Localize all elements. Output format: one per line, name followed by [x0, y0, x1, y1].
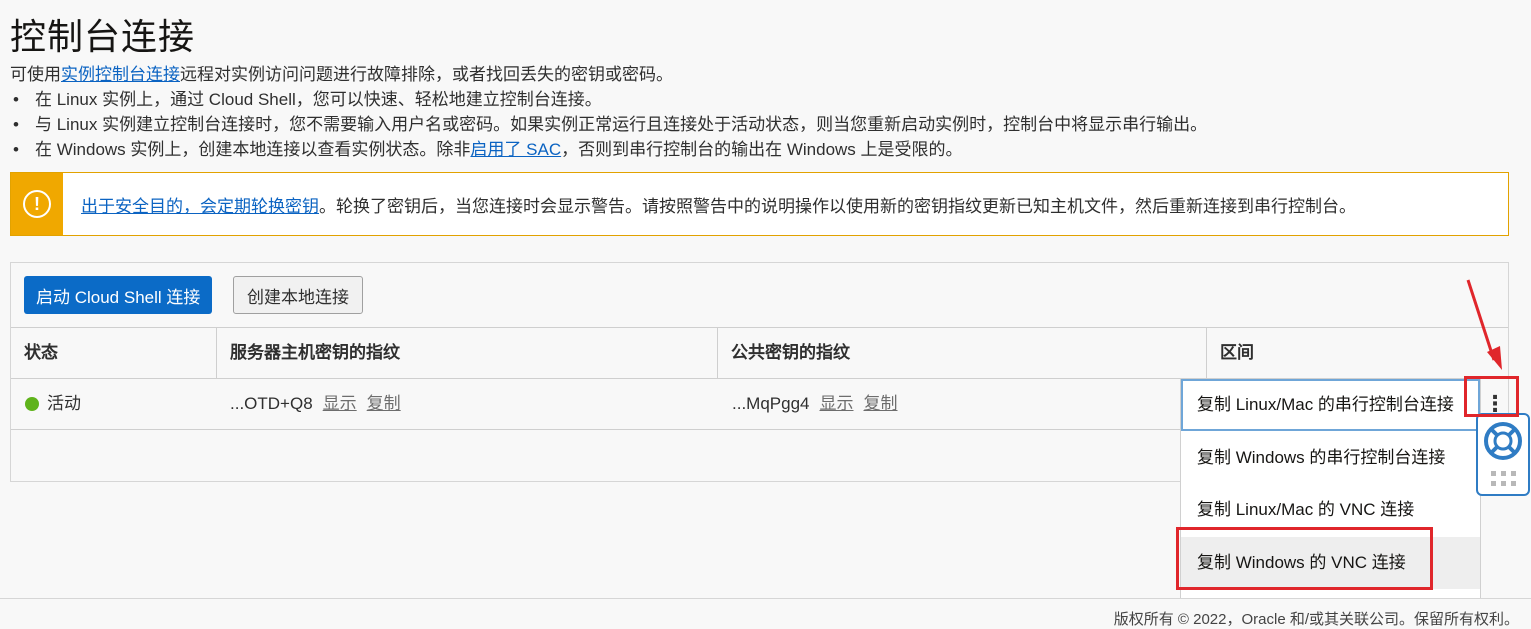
annotation-arrow-icon: [1466, 279, 1502, 370]
drag-grip-icon[interactable]: [1491, 471, 1517, 487]
table-header: 状态 服务器主机密钥的指纹 公共密钥的指纹 区间: [11, 327, 1508, 379]
bullet-windows-prefix: 在 Windows 实例上，创建本地连接以查看实例状态。除非: [35, 140, 471, 159]
server-fingerprint-value: ...OTD+Q8: [230, 394, 313, 413]
footer: 版权所有 © 2022，Oracle 和/或其关联公司。保留所有权利。: [0, 598, 1531, 628]
create-local-connection-button[interactable]: 创建本地连接: [233, 276, 363, 314]
help-widget[interactable]: [1476, 413, 1530, 496]
column-header-public-fingerprint[interactable]: 公共密钥的指纹: [718, 328, 1207, 378]
public-fingerprint-copy-link[interactable]: 复制: [864, 394, 898, 413]
menu-item-copy-windows-serial[interactable]: 复制 Windows 的串行控制台连接: [1181, 432, 1480, 484]
intro-bullet-cloud-shell: 在 Linux 实例上，通过 Cloud Shell，您可以快速、轻松地建立控制…: [10, 87, 1207, 112]
warning-icon-box: !: [11, 173, 63, 235]
public-fingerprint-show-link[interactable]: 显示: [820, 394, 854, 413]
server-fingerprint-cell: ...OTD+Q8 显示 复制: [230, 379, 401, 429]
bullet-windows-suffix: ，否则到串行控制台的输出在 Windows 上是受限的。: [561, 140, 963, 159]
copyright-text: 版权所有 © 2022，Oracle 和/或其关联公司。保留所有权利。: [1113, 611, 1519, 628]
alert-text: 。轮换了密钥后，当您连接时会显示警告。请按照警告中的说明操作以使用新的密钥指纹更…: [319, 196, 1356, 216]
help-lifebuoy-icon: [1484, 422, 1522, 460]
key-rotation-warning-alert: ! 出于安全目的，会定期轮换密钥。轮换了密钥后，当您连接时会显示警告。请按照警告…: [10, 172, 1509, 236]
page-title: 控制台连接: [10, 17, 196, 58]
server-fingerprint-show-link[interactable]: 显示: [323, 394, 357, 413]
column-header-server-fingerprint[interactable]: 服务器主机密钥的指纹: [217, 328, 718, 378]
status-active-dot-icon: [25, 397, 39, 411]
menu-item-copy-linux-serial[interactable]: 复制 Linux/Mac 的串行控制台连接: [1181, 379, 1480, 431]
launch-cloud-shell-button[interactable]: 启动 Cloud Shell 连接: [24, 276, 213, 314]
intro-bullet-linux-serial: 与 Linux 实例建立控制台连接时，您不需要输入用户名或密码。如果实例正常运行…: [10, 112, 1207, 137]
status-cell: 活动: [25, 379, 81, 429]
intro-bullet-windows: 在 Windows 实例上，创建本地连接以查看实例状态。除非启用了 SAC，否则…: [10, 137, 1207, 162]
instance-console-connection-link[interactable]: 实例控制台连接: [61, 65, 180, 84]
alert-message: 出于安全目的，会定期轮换密钥。轮换了密钥后，当您连接时会显示警告。请按照警告中的…: [81, 192, 1356, 217]
status-text: 活动: [47, 394, 81, 413]
public-fingerprint-value: ...MqPgg4: [732, 394, 810, 413]
sac-enabled-link[interactable]: 启用了 SAC: [470, 140, 561, 159]
public-fingerprint-cell: ...MqPgg4 显示 复制: [732, 379, 898, 429]
intro-suffix: 远程对实例访问问题进行故障排除，或者找回丢失的密钥或密码。: [180, 65, 673, 84]
intro-prefix: 可使用: [10, 65, 61, 84]
annotation-highlight-windows-vnc: [1176, 527, 1433, 590]
annotation-highlight-kebab: [1464, 376, 1519, 417]
warning-icon: !: [23, 190, 51, 218]
server-fingerprint-copy-link[interactable]: 复制: [367, 394, 401, 413]
intro-section: 可使用实例控制台连接远程对实例访问问题进行故障排除，或者找回丢失的密钥或密码。 …: [10, 62, 1207, 162]
intro-paragraph: 可使用实例控制台连接远程对实例访问问题进行故障排除，或者找回丢失的密钥或密码。: [10, 62, 1207, 87]
key-rotation-link[interactable]: 出于安全目的，会定期轮换密钥: [81, 197, 319, 216]
column-header-status[interactable]: 状态: [11, 328, 217, 378]
intro-bullet-list: 在 Linux 实例上，通过 Cloud Shell，您可以快速、轻松地建立控制…: [10, 87, 1207, 162]
